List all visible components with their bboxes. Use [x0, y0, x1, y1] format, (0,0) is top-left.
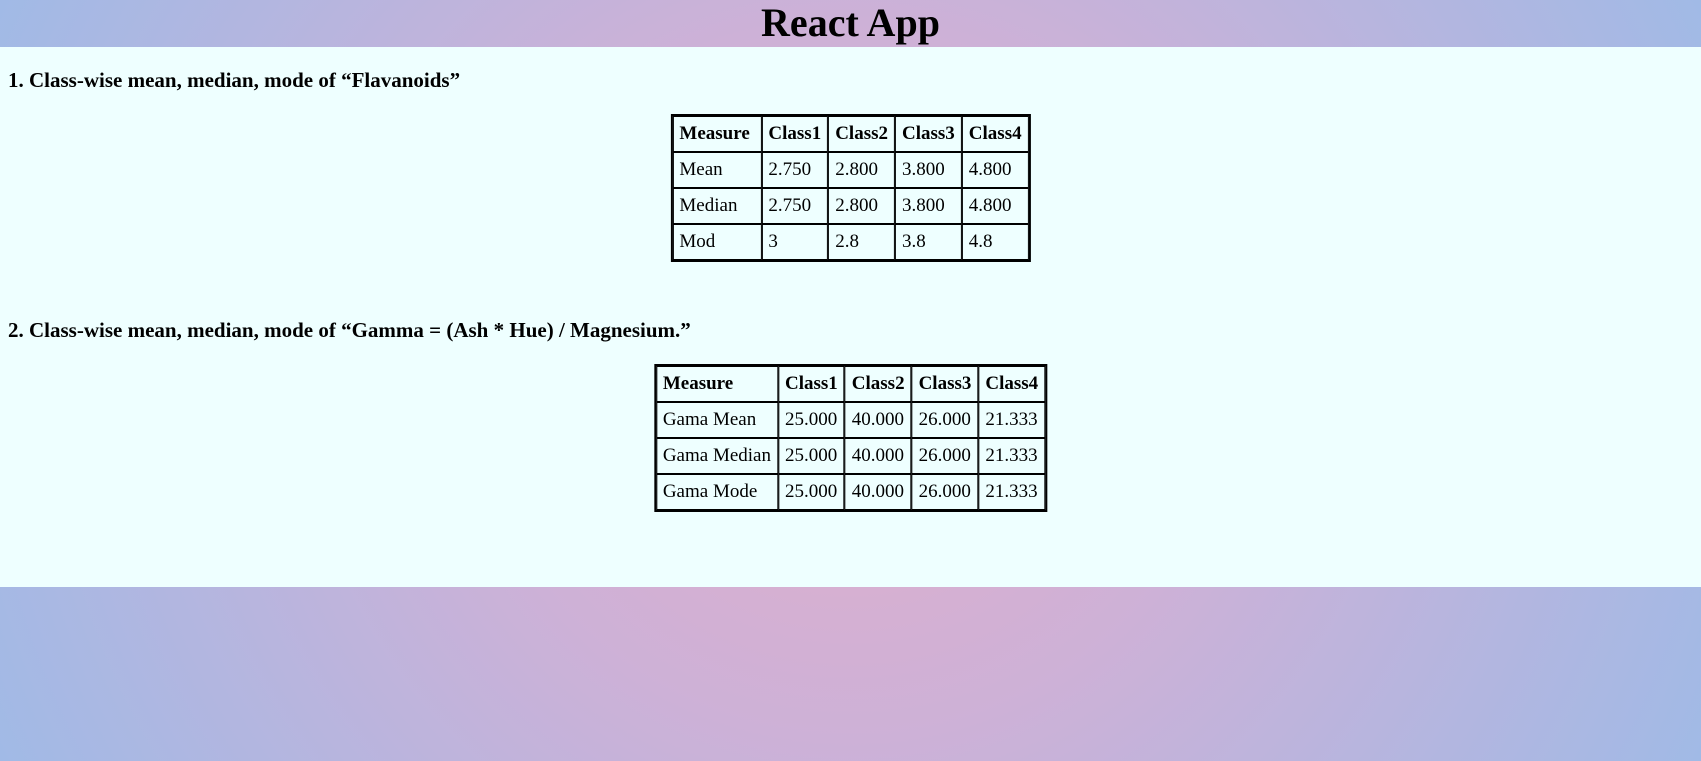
- row-label: Median: [672, 188, 762, 224]
- table-cell: 25.000: [777, 402, 845, 438]
- table-cell: 21.333: [978, 402, 1046, 438]
- table-cell: 21.333: [978, 438, 1046, 474]
- table-cell: 26.000: [911, 402, 979, 438]
- table-cell: 4.800: [961, 188, 1029, 224]
- table-header-row: Measure Class1 Class2 Class3 Class4: [655, 366, 1046, 402]
- row-label: Mean: [672, 152, 762, 188]
- table-row: Gama Median 25.000 40.000 26.000 21.333: [655, 438, 1046, 474]
- row-label: Gama Mode: [655, 474, 778, 510]
- column-header: Class1: [761, 116, 829, 152]
- table-cell: 4.800: [961, 152, 1029, 188]
- table-row: Mean 2.750 2.800 3.800 4.800: [672, 152, 1029, 188]
- table-cell: 2.800: [828, 188, 895, 224]
- app-title: React App: [761, 0, 940, 45]
- column-header: Class2: [844, 366, 912, 402]
- column-header: Measure: [655, 366, 778, 402]
- column-header: Class2: [828, 116, 895, 152]
- table-cell: 26.000: [911, 438, 979, 474]
- table-cell: 3.8: [895, 224, 962, 260]
- section-heading-gamma: 2. Class-wise mean, median, mode of “Gam…: [8, 318, 691, 342]
- flavanoids-stats-table: Measure Class1 Class2 Class3 Class4 Mean…: [670, 114, 1031, 262]
- row-label: Gama Median: [655, 438, 778, 474]
- table-row: Median 2.750 2.800 3.800 4.800: [672, 188, 1029, 224]
- column-header: Measure: [672, 116, 762, 152]
- table-cell: 40.000: [844, 438, 912, 474]
- main-content: 1. Class-wise mean, median, mode of “Fla…: [0, 47, 1701, 587]
- table-cell: 2.750: [761, 152, 829, 188]
- table-row: Mod 3 2.8 3.8 4.8: [672, 224, 1029, 260]
- row-label: Mod: [672, 224, 762, 260]
- table-header-row: Measure Class1 Class2 Class3 Class4: [672, 116, 1029, 152]
- section-heading-flavanoids: 1. Class-wise mean, median, mode of “Fla…: [8, 68, 461, 92]
- table-cell: 26.000: [911, 474, 979, 510]
- gamma-stats-table: Measure Class1 Class2 Class3 Class4 Gama…: [653, 364, 1048, 512]
- table-cell: 25.000: [777, 438, 845, 474]
- table-cell: 4.8: [961, 224, 1029, 260]
- table-cell: 40.000: [844, 474, 912, 510]
- table-cell: 3.800: [895, 188, 962, 224]
- column-header: Class4: [978, 366, 1046, 402]
- table-cell: 2.800: [828, 152, 895, 188]
- table-cell: 40.000: [844, 402, 912, 438]
- column-header: Class3: [911, 366, 979, 402]
- row-label: Gama Mean: [655, 402, 778, 438]
- table-cell: 3.800: [895, 152, 962, 188]
- table-row: Gama Mode 25.000 40.000 26.000 21.333: [655, 474, 1046, 510]
- table-cell: 2.750: [761, 188, 829, 224]
- table-cell: 21.333: [978, 474, 1046, 510]
- table-cell: 3: [761, 224, 829, 260]
- column-header: Class1: [777, 366, 845, 402]
- column-header: Class4: [961, 116, 1029, 152]
- column-header: Class3: [895, 116, 962, 152]
- app-header: React App: [0, 0, 1701, 47]
- table-cell: 25.000: [777, 474, 845, 510]
- table-row: Gama Mean 25.000 40.000 26.000 21.333: [655, 402, 1046, 438]
- table-cell: 2.8: [828, 224, 895, 260]
